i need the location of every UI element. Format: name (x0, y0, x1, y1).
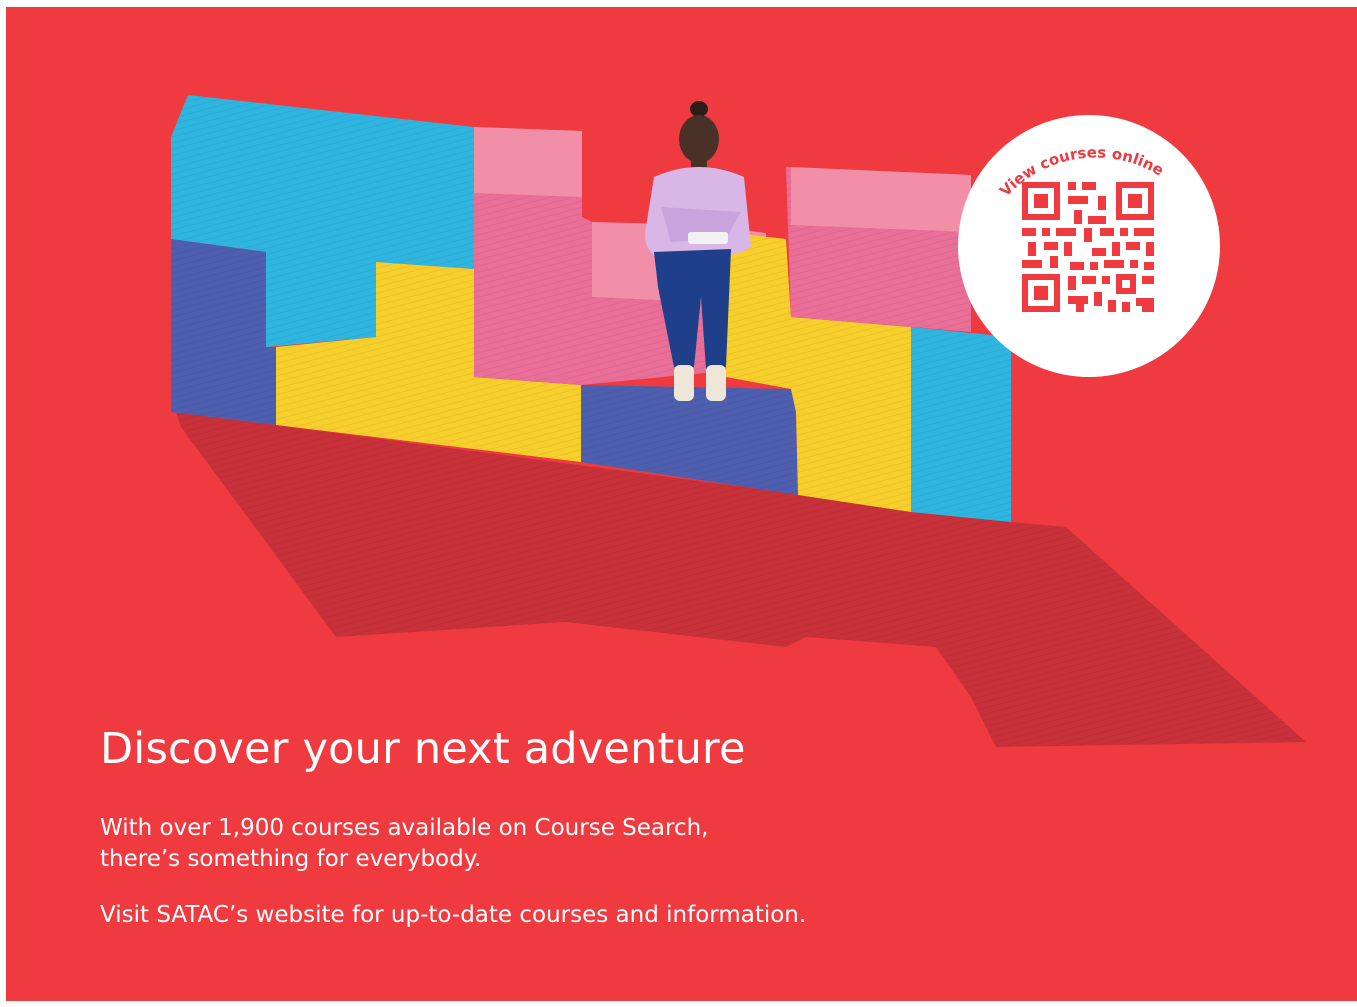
headline: Discover your next adventure (100, 724, 746, 774)
visit-website-paragraph: Visit SATAC’s website for up-to-date cou… (100, 902, 807, 928)
intro-line-1: With over 1,900 courses available on Cou… (100, 815, 709, 841)
intro-paragraph: With over 1,900 courses available on Cou… (100, 813, 709, 875)
promo-card: View courses online Discover your next a… (6, 7, 1357, 1001)
qr-badge[interactable]: View courses online (958, 115, 1220, 377)
intro-line-2: there’s something for everybody. (100, 846, 482, 872)
